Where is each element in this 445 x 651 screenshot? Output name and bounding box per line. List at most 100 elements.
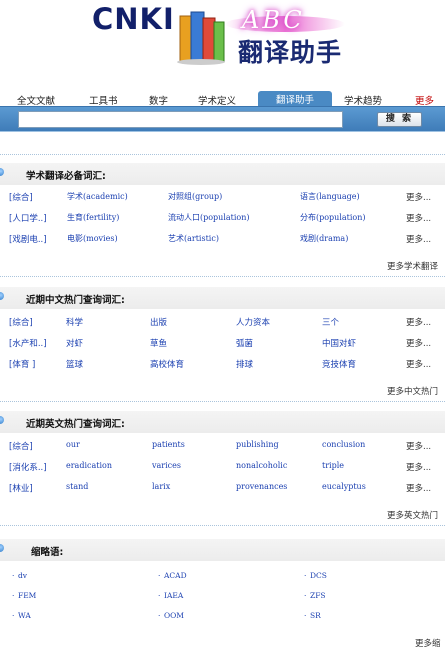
category-link[interactable]: [消化系..] [9,461,47,473]
abbreviation-link[interactable]: IAEA [164,591,183,600]
category-link[interactable]: [综合] [9,316,33,328]
more-link[interactable]: 更多... [406,233,431,245]
term-link[interactable]: provenances [236,482,287,491]
section-abbreviations-header: 缩略语: [0,539,445,561]
abbreviation-link[interactable]: ACAD [164,571,187,580]
tab-trends[interactable]: 学术趋势 [344,93,382,107]
term-link[interactable]: our [66,440,80,449]
divider [0,401,445,402]
term-link[interactable]: eucalyptus [322,482,366,491]
term-link[interactable]: 电影(movies) [67,233,118,244]
bullet-dot-icon: · [304,591,307,600]
tab-translation[interactable]: 翻译助手 [258,91,332,107]
logo-script: ABC [242,6,305,34]
term-link[interactable]: 对虾 [66,337,83,349]
search-input[interactable] [18,111,343,128]
term-link[interactable]: 语言(language) [300,191,360,202]
category-link[interactable]: [体育 ] [9,358,35,370]
list-row: · WA · OOM · SR [0,611,445,627]
tab-reference-books[interactable]: 工具书 [89,93,118,107]
section-title: 学术翻译必备词汇: [26,171,106,182]
abbreviation-link[interactable]: FEM [18,591,36,600]
term-link[interactable]: 戏剧(drama) [300,233,348,244]
term-link[interactable]: 排球 [236,358,253,370]
table-row: [综合] our patients publishing conclusion … [0,440,445,456]
table-row: [体育 ] 篮球 高校体育 排球 竞技体育 更多... [0,358,445,374]
books-icon [177,11,225,65]
term-link[interactable]: stand [66,482,88,491]
search-button[interactable]: 搜 索 [377,112,422,127]
category-link[interactable]: [戏剧电..] [9,233,47,245]
bullet-dot-icon: · [158,571,161,580]
tab-more[interactable]: 更多 [415,93,434,107]
bullet-dot-icon: · [12,611,15,620]
category-link[interactable]: [林业] [9,482,33,494]
cnki-logo: CNKI ABC 翻译助手 [92,2,367,82]
section-title: 缩略语: [31,547,64,558]
abbreviation-link[interactable]: WA [18,611,31,620]
list-row: · FEM · IAEA · ZFS [0,591,445,607]
term-link[interactable]: 科学 [66,316,83,328]
term-link[interactable]: 学术(academic) [67,191,128,202]
section-more-link[interactable]: 更多学术翻译 [387,260,438,272]
search-bar: 搜 索 [0,106,445,132]
more-link[interactable]: 更多... [406,212,431,224]
term-link[interactable]: eradication [66,461,112,470]
section-more-link[interactable]: 更多英文热门 [387,509,438,521]
section-more-link[interactable]: 更多中文热门 [387,385,438,397]
more-link[interactable]: 更多... [406,461,431,473]
term-link[interactable]: 弧菌 [236,337,253,349]
term-link[interactable]: 篮球 [66,358,83,370]
table-row: [人口学..] 生育(fertility) 流动人口(population) 分… [0,212,445,228]
term-link[interactable]: nonalcoholic [236,461,287,470]
category-link[interactable]: [水产和..] [9,337,47,349]
more-link[interactable]: 更多... [406,191,431,203]
table-row: [消化系..] eradication varices nonalcoholic… [0,461,445,477]
term-link[interactable]: 出版 [150,316,167,328]
tab-numbers[interactable]: 数字 [149,93,168,107]
bullet-dot-icon: · [12,571,15,580]
more-link[interactable]: 更多... [406,482,431,494]
term-link[interactable]: 人力资本 [236,316,270,328]
bullet-dot-icon: · [158,611,161,620]
abbreviation-link[interactable]: ZFS [310,591,326,600]
category-link[interactable]: [综合] [9,440,33,452]
term-link[interactable]: triple [322,461,344,470]
nav-tabs: 全文文献 工具书 数字 学术定义 翻译助手 学术趋势 更多 [0,91,445,107]
section-more-link[interactable]: 更多缩 [415,637,441,649]
category-link[interactable]: [人口学..] [9,212,47,224]
term-link[interactable]: 流动人口(population) [168,212,250,223]
more-link[interactable]: 更多... [406,440,431,452]
divider [0,525,445,526]
bullet-dot-icon: · [12,591,15,600]
term-link[interactable]: patients [152,440,185,449]
bullet-icon [0,292,4,300]
term-link[interactable]: 分布(population) [300,212,366,223]
term-link[interactable]: 对照组(group) [168,191,222,202]
abbreviation-link[interactable]: SR [310,611,321,620]
term-link[interactable]: varices [152,461,181,470]
term-link[interactable]: 三个 [322,316,339,328]
table-row: [林业] stand larix provenances eucalyptus … [0,482,445,498]
term-link[interactable]: publishing [236,440,279,449]
more-link[interactable]: 更多... [406,358,431,370]
term-link[interactable]: conclusion [322,440,365,449]
term-link[interactable]: 艺术(artistic) [168,233,219,244]
more-link[interactable]: 更多... [406,316,431,328]
term-link[interactable]: 中国对虾 [322,337,356,349]
section-title: 近期中文热门查询词汇: [26,295,125,306]
tab-definitions[interactable]: 学术定义 [198,93,236,107]
term-link[interactable]: 竞技体育 [322,358,356,370]
abbreviation-link[interactable]: OOM [164,611,184,620]
abbreviation-link[interactable]: DCS [310,571,327,580]
more-link[interactable]: 更多... [406,337,431,349]
category-link[interactable]: [综合] [9,191,33,203]
tab-fulltext[interactable]: 全文文献 [17,93,55,107]
abbreviation-link[interactable]: dv [18,571,27,580]
term-link[interactable]: larix [152,482,170,491]
term-link[interactable]: 草鱼 [150,337,167,349]
term-link[interactable]: 生育(fertility) [67,212,119,223]
term-link[interactable]: 高校体育 [150,358,184,370]
bullet-dot-icon: · [158,591,161,600]
bullet-dot-icon: · [304,571,307,580]
